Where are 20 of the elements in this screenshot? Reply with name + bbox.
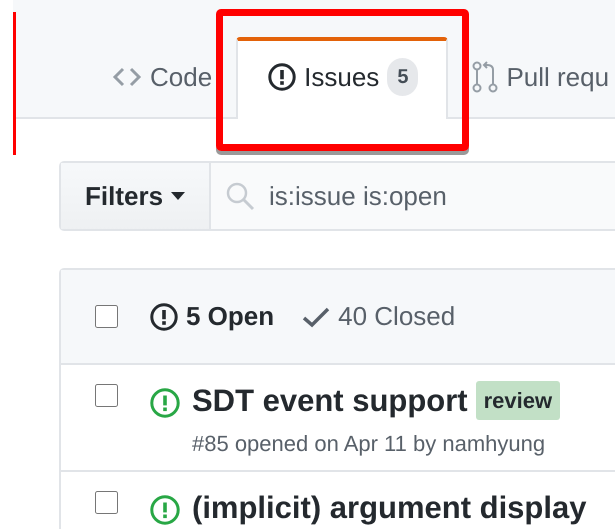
checkbox[interactable]: [95, 384, 118, 407]
issue-count: 5: [387, 58, 418, 96]
tab[interactable]: Pull requ: [448, 39, 615, 119]
tab[interactable]: Code: [88, 39, 236, 119]
issue-icon: [150, 494, 180, 524]
tab[interactable]: Issues 5: [236, 37, 448, 119]
checkbox[interactable]: [95, 305, 118, 328]
closed-issues-link[interactable]: 40 Closed: [302, 297, 456, 336]
issue-icon: [268, 63, 296, 91]
issue-label[interactable]: review: [476, 381, 560, 420]
issue-title[interactable]: SDT event support: [192, 383, 468, 418]
code-icon: [112, 65, 142, 89]
open-issues-link[interactable]: 5 Open: [150, 297, 274, 336]
issue-icon: [150, 388, 180, 418]
checkbox[interactable]: [95, 490, 118, 514]
issue-icon: [150, 302, 178, 330]
pull-request-icon: [472, 60, 498, 94]
issue-title[interactable]: (implicit) argument display: [192, 490, 586, 524]
issue-meta: #85 opened on Apr 11 by namhyung: [192, 430, 546, 458]
check-icon: [302, 306, 330, 328]
